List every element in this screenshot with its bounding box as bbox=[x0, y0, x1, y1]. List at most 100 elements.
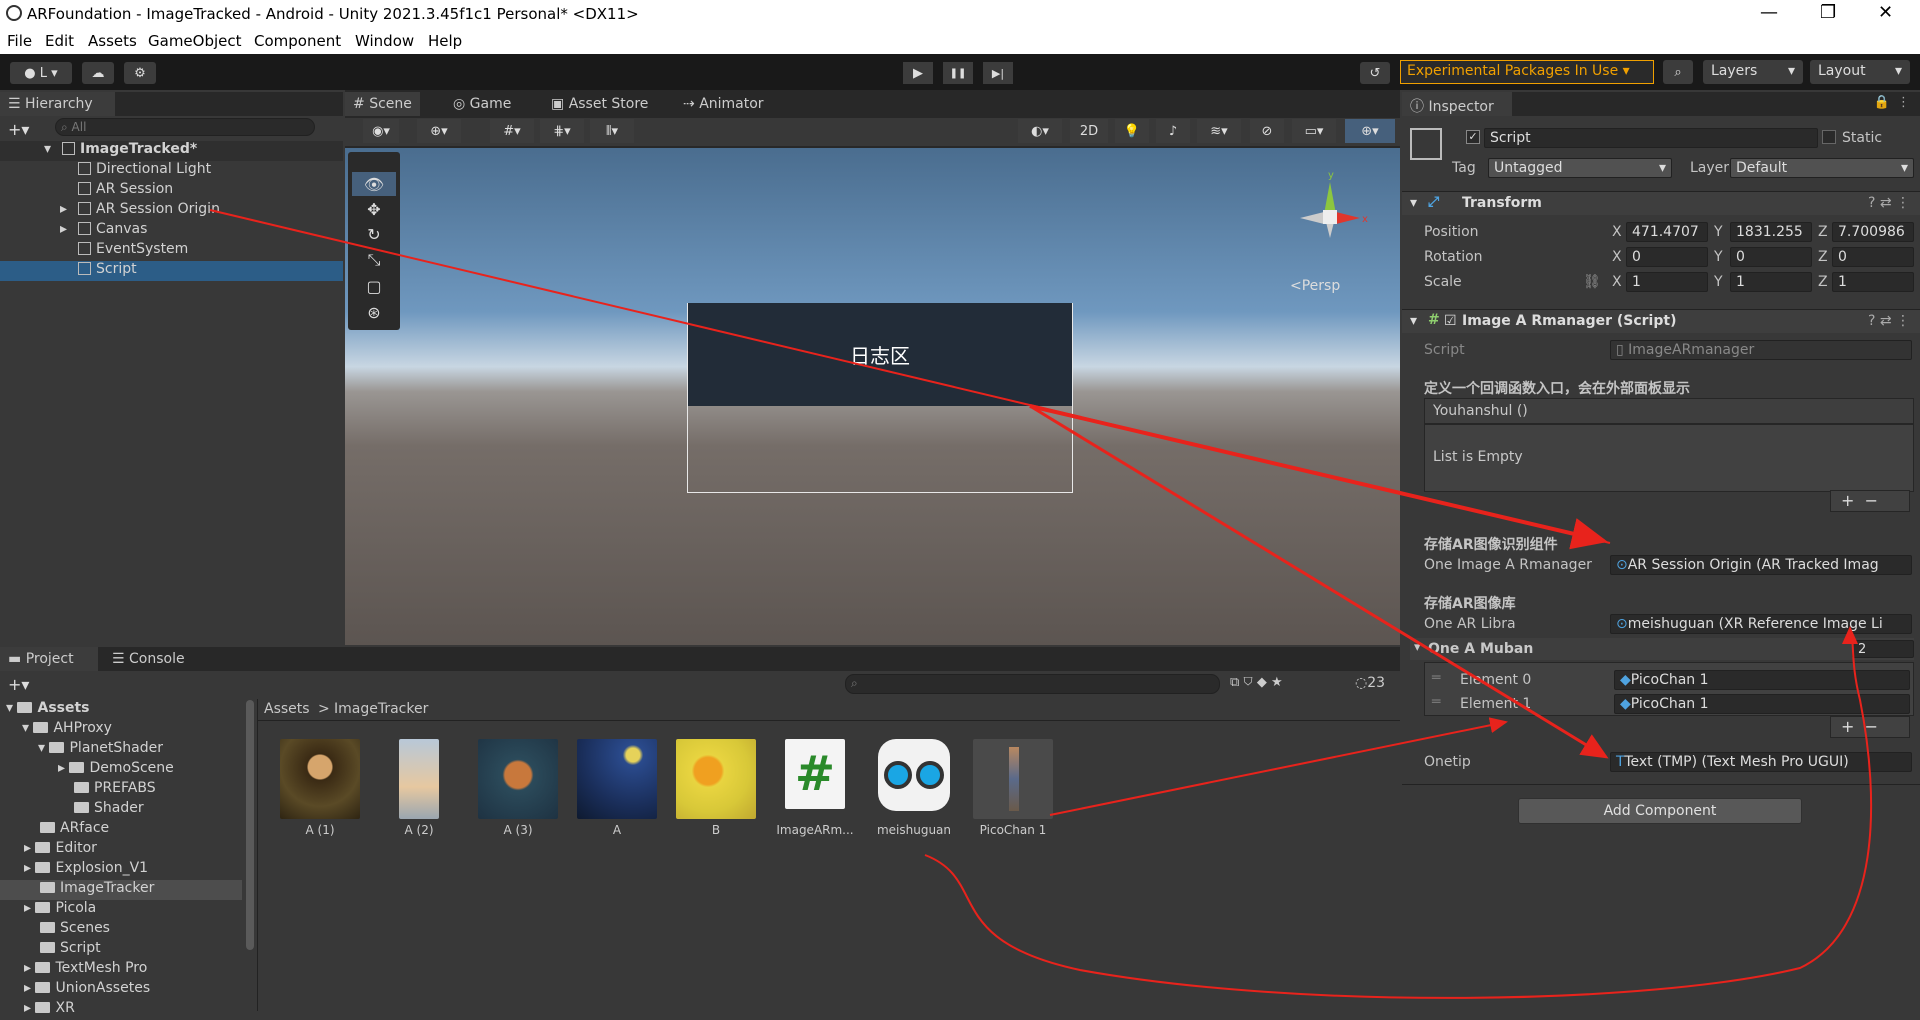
folder-assets[interactable]: ▾ Assets bbox=[6, 700, 90, 720]
folder-item[interactable]: ▸ Explosion_V1 bbox=[24, 860, 148, 880]
scene-viewport[interactable]: 日志区 <Persp y x bbox=[345, 148, 1400, 645]
drag-handle-icon[interactable]: ═ bbox=[1432, 670, 1440, 686]
effects-icon[interactable]: ≋▾ bbox=[1197, 119, 1241, 143]
menu-file[interactable]: File bbox=[7, 32, 32, 50]
asset-item[interactable]: A bbox=[577, 739, 657, 837]
history-icon[interactable]: ↺ bbox=[1360, 62, 1390, 84]
hierarchy-item[interactable]: AR Session bbox=[0, 181, 343, 201]
folder-item[interactable]: ▸ TextMesh Pro bbox=[24, 960, 147, 980]
hierarchy-item[interactable]: ▸ Canvas bbox=[0, 221, 343, 241]
list-header[interactable]: ▾ One A Muban bbox=[1410, 638, 1914, 660]
rotation-z-input[interactable]: 0 bbox=[1832, 247, 1914, 267]
hierarchy-item-selected[interactable]: Script bbox=[0, 261, 343, 281]
scale-x-input[interactable]: 1 bbox=[1626, 272, 1708, 292]
event-add-remove-buttons[interactable]: + − bbox=[1830, 490, 1910, 512]
minimize-button[interactable]: — bbox=[1760, 2, 1778, 23]
add-icon[interactable]: +▾ bbox=[8, 120, 29, 139]
onetip-field[interactable]: TText (TMP) (Text Mesh Pro UGUI) bbox=[1610, 752, 1912, 772]
layer-dropdown[interactable]: Default ▾ bbox=[1730, 158, 1914, 178]
cloud-icon[interactable]: ☁ bbox=[82, 62, 114, 84]
grid-snap-icon[interactable]: #▾ bbox=[490, 119, 534, 143]
breadcrumb-assets[interactable]: Assets bbox=[264, 701, 310, 717]
global-icon[interactable]: ⊕▾ bbox=[417, 119, 461, 143]
folder-item[interactable]: ▸ Editor bbox=[24, 840, 97, 860]
menu-edit[interactable]: Edit bbox=[45, 32, 74, 50]
tab-hierarchy[interactable]: ☰ Hierarchy bbox=[0, 92, 115, 116]
position-x-input[interactable]: 471.4707 bbox=[1626, 222, 1708, 242]
asset-item[interactable]: A (3) bbox=[478, 739, 558, 837]
menu-help[interactable]: Help bbox=[428, 32, 462, 50]
scale-tool-icon[interactable]: ⤡ bbox=[352, 248, 396, 272]
move-tool-icon[interactable]: ✥ bbox=[352, 197, 396, 221]
increment-snap-icon[interactable]: ⫴▾ bbox=[590, 119, 634, 143]
active-checkbox[interactable]: ✓ bbox=[1466, 130, 1480, 144]
component-menu-icons[interactable]: ? ⇄ ⋮ bbox=[1868, 313, 1910, 329]
hierarchy-item[interactable]: Directional Light bbox=[0, 161, 343, 181]
asset-item[interactable]: meishuguan bbox=[874, 739, 954, 837]
close-button[interactable]: ✕ bbox=[1878, 2, 1893, 23]
list-size-input[interactable]: 2 bbox=[1852, 640, 1914, 658]
transform-header[interactable]: ▾ ⤢ Transform ? ⇄ ⋮ bbox=[1402, 191, 1920, 215]
tab-animator[interactable]: ⇢ Animator bbox=[675, 92, 772, 116]
tab-console[interactable]: ☰ Console bbox=[104, 647, 193, 671]
asset-item[interactable]: A (2) bbox=[379, 739, 459, 837]
collab-gear-icon[interactable]: ⚙ bbox=[124, 62, 156, 84]
layout-dropdown[interactable]: Layout ▾ bbox=[1810, 60, 1910, 84]
element-1-field[interactable]: ◆PicoChan 1 bbox=[1614, 694, 1910, 714]
hierarchy-item[interactable]: ▸ AR Session Origin bbox=[0, 201, 343, 221]
draw-mode-icon[interactable]: ◉▾ bbox=[363, 119, 399, 143]
camera-icon[interactable]: ▭▾ bbox=[1292, 119, 1336, 143]
folder-item[interactable]: ▸ DemoScene bbox=[58, 760, 174, 780]
filter-icons[interactable]: ⧉ ⛉ ◆ ★ bbox=[1230, 675, 1283, 690]
visibility-icon[interactable]: ⊘ bbox=[1250, 119, 1284, 143]
constrain-proportions-icon[interactable]: ⛓ bbox=[1583, 274, 1601, 290]
folder-item[interactable]: ▸ Picola bbox=[24, 900, 96, 920]
folder-item[interactable]: PREFABS bbox=[74, 780, 156, 800]
tab-game[interactable]: ◎ Game bbox=[445, 92, 519, 116]
list-add-remove-buttons[interactable]: + − bbox=[1830, 716, 1910, 738]
step-button[interactable]: ▶| bbox=[983, 62, 1013, 84]
tag-dropdown[interactable]: Untagged ▾ bbox=[1488, 158, 1672, 178]
position-y-input[interactable]: 1831.255 bbox=[1730, 222, 1812, 242]
folder-item[interactable]: ARface bbox=[40, 820, 109, 840]
transform-tool-icon[interactable]: ⊛ bbox=[352, 300, 396, 324]
rotate-tool-icon[interactable]: ↻ bbox=[352, 222, 396, 246]
audio-icon[interactable]: ♪ bbox=[1156, 119, 1190, 143]
asset-item[interactable]: B bbox=[676, 739, 756, 837]
asset-item[interactable]: PicoChan 1 bbox=[973, 739, 1053, 837]
maximize-button[interactable]: ❐ bbox=[1820, 2, 1836, 23]
rotation-y-input[interactable]: 0 bbox=[1730, 247, 1812, 267]
tree-scrollbar[interactable] bbox=[246, 700, 254, 950]
folder-item[interactable]: Scenes bbox=[40, 920, 110, 940]
scale-z-input[interactable]: 1 bbox=[1832, 272, 1914, 292]
menu-gameobject[interactable]: GameObject bbox=[148, 32, 242, 50]
add-component-button[interactable]: Add Component bbox=[1518, 798, 1802, 824]
folder-item[interactable]: ▸ XR bbox=[24, 1000, 75, 1020]
scale-y-input[interactable]: 1 bbox=[1730, 272, 1812, 292]
breadcrumb-imagetracker[interactable]: ImageTracker bbox=[334, 701, 428, 717]
tab-project[interactable]: ▬ Project bbox=[0, 647, 98, 671]
kebab-menu-icon[interactable]: ⋮ bbox=[1897, 95, 1910, 110]
folder-item[interactable]: ▸ UnionAssetes bbox=[24, 980, 150, 1000]
layers-dropdown[interactable]: Layers ▾ bbox=[1703, 60, 1803, 84]
folder-item[interactable]: ▾ PlanetShader bbox=[38, 740, 163, 760]
create-icon[interactable]: +▾ bbox=[8, 675, 29, 694]
view-tool-icon[interactable]: 👁 bbox=[352, 172, 396, 196]
tracked-image-manager-field[interactable]: ⊙AR Session Origin (AR Tracked Imag bbox=[1610, 555, 1912, 575]
perspective-label[interactable]: <Persp bbox=[1290, 278, 1340, 294]
element-0-field[interactable]: ◆PicoChan 1 bbox=[1614, 670, 1910, 690]
hierarchy-search-input[interactable]: ⌕ All bbox=[55, 118, 315, 136]
project-search-input[interactable]: ⌕ bbox=[845, 674, 1220, 694]
pause-button[interactable]: ❚❚ bbox=[943, 62, 973, 84]
tab-inspector[interactable]: ⓘ Inspector bbox=[1402, 92, 1512, 116]
grid-icon[interactable]: ⋕▾ bbox=[540, 119, 584, 143]
menu-assets[interactable]: Assets bbox=[88, 32, 137, 50]
tab-scene[interactable]: # Scene bbox=[345, 92, 420, 116]
folder-item[interactable]: Shader bbox=[74, 800, 144, 820]
menu-component[interactable]: Component bbox=[254, 32, 341, 50]
play-button[interactable]: ▶ bbox=[903, 62, 933, 84]
script-component-header[interactable]: ▾ # ☑ Image A Rmanager (Script) ? ⇄ ⋮ bbox=[1402, 309, 1920, 333]
reference-library-field[interactable]: ⊙meishuguan (XR Reference Image Li bbox=[1610, 614, 1912, 634]
lock-icon[interactable]: 🔒 bbox=[1874, 95, 1890, 110]
experimental-packages-button[interactable]: Experimental Packages In Use ▾ bbox=[1400, 60, 1654, 84]
